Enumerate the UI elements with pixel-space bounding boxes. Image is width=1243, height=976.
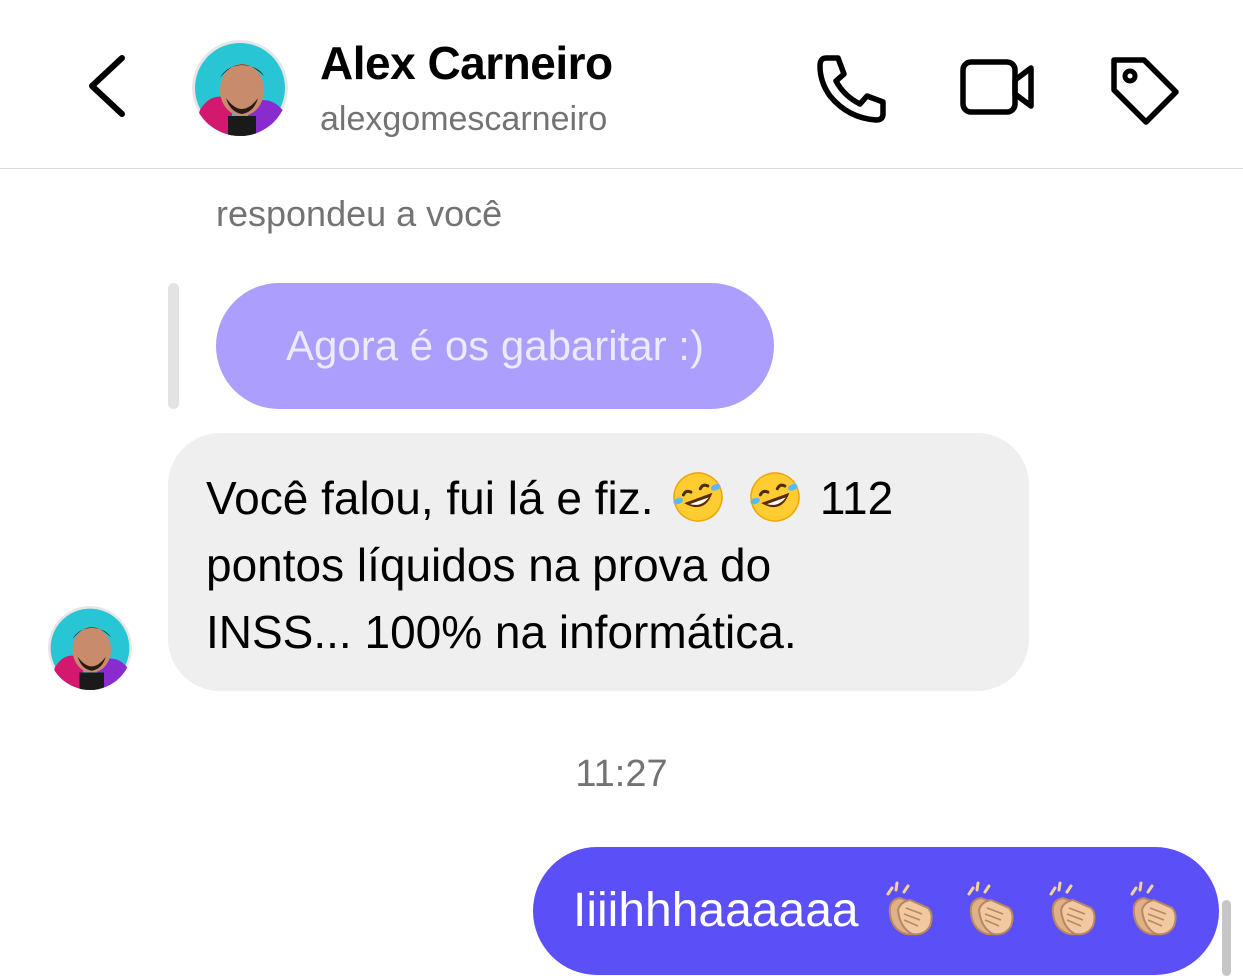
- rolling-on-floor-laughing-emoji: [750, 472, 800, 522]
- audio-call-button[interactable]: [812, 50, 892, 126]
- back-button[interactable]: [78, 50, 138, 122]
- avatar-photo: [48, 606, 132, 690]
- tag-button[interactable]: [1104, 50, 1184, 126]
- message-timestamp: 11:27: [575, 753, 668, 795]
- incoming-message-bubble[interactable]: Você falou, fui lá e fiz. 112 pontos líq…: [168, 433, 1029, 691]
- message-line-2: pontos líquidos na prova do: [206, 539, 772, 591]
- message-text: 112: [819, 472, 894, 524]
- video-camera-icon: [960, 59, 1034, 115]
- message-line-3: INSS... 100% na informática.: [206, 606, 797, 658]
- contact-name[interactable]: Alex Carneiro: [320, 36, 613, 90]
- clapping-hands-emoji: [1049, 881, 1096, 936]
- outgoing-message-bubble[interactable]: Iiiihhhaaaaaa: [533, 847, 1219, 975]
- clapping-hands-emoji: [886, 881, 933, 936]
- chat-header: Alex Carneiro alexgomescarneiro: [0, 0, 1243, 169]
- reply-quote-bar: [168, 283, 179, 409]
- avatar-photo: [192, 40, 288, 136]
- contact-avatar[interactable]: [192, 40, 288, 136]
- clapping-hands-emoji: [1130, 881, 1177, 936]
- message-text: Iiiihhhaaaaaa: [573, 884, 859, 937]
- video-call-button[interactable]: [955, 54, 1041, 120]
- message-line-1: Você falou, fui lá e fiz. 112: [206, 465, 989, 532]
- contact-username[interactable]: alexgomescarneiro: [320, 100, 607, 139]
- back-chevron-icon: [89, 55, 125, 117]
- scrollbar-thumb[interactable]: [1222, 900, 1231, 976]
- quoted-message-bubble[interactable]: Agora é os gabaritar :): [216, 283, 774, 409]
- message-text: Você falou, fui lá e fiz.: [206, 472, 654, 524]
- tag-icon: [1111, 57, 1179, 125]
- rolling-on-floor-laughing-emoji: [673, 472, 724, 522]
- phone-icon: [817, 55, 886, 123]
- sender-avatar[interactable]: [48, 606, 132, 690]
- clapping-hands-emoji: [967, 881, 1014, 936]
- reply-caption: respondeu a você: [216, 193, 503, 234]
